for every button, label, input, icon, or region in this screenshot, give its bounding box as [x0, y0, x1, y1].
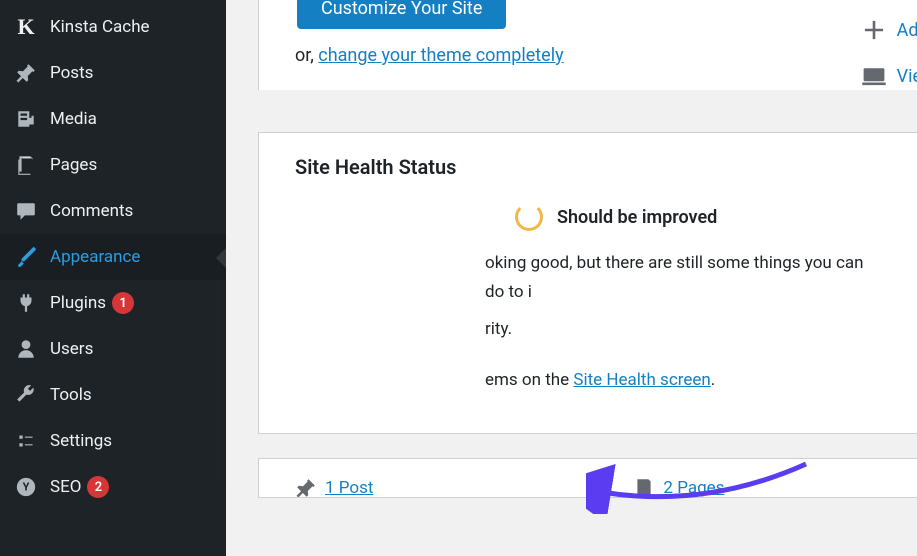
comments-icon [12, 197, 40, 225]
status-ring-icon [515, 203, 543, 231]
plus-icon [861, 17, 887, 43]
at-a-glance-panel: 1 Post 2 Pages [258, 458, 917, 498]
pin-icon [295, 477, 317, 498]
svg-text:Y: Y [23, 481, 30, 494]
site-health-title: Site Health Status [295, 155, 884, 179]
stat-posts[interactable]: 1 Post [295, 479, 373, 497]
sidebar-item-label: Posts [50, 63, 93, 83]
site-health-screen-link[interactable]: Site Health screen [573, 370, 710, 390]
site-health-line2-post: . [711, 370, 715, 390]
sidebar-item-kinsta-cache[interactable]: K Kinsta Cache [0, 4, 226, 50]
site-health-panel: Site Health Status Should be improved ok… [258, 132, 917, 434]
sidebar-item-label: Plugins [50, 293, 106, 313]
sidebar-item-label: Pages [50, 155, 97, 175]
tools-icon [12, 381, 40, 409]
kinsta-icon: K [12, 13, 40, 41]
update-badge: 2 [87, 476, 109, 498]
quick-view-label: Vie [897, 66, 917, 87]
stat-posts-label: 1 Post [325, 478, 373, 498]
pin-icon [12, 59, 40, 87]
sidebar-item-comments[interactable]: Comments [0, 188, 226, 234]
submenu-caret-icon [216, 248, 226, 268]
settings-icon [12, 427, 40, 455]
sidebar-item-label: Appearance [50, 247, 140, 267]
sidebar-item-appearance[interactable]: Appearance Themes Customize Widgets Menu… [0, 234, 226, 280]
site-health-status-text: Should be improved [557, 207, 717, 228]
sidebar-item-seo[interactable]: Y SEO 2 [0, 464, 226, 510]
or-change-theme-row: or, change your theme completely [295, 45, 884, 66]
site-health-body: oking good, but there are still some thi… [485, 249, 884, 395]
customize-site-button[interactable]: Customize Your Site [297, 0, 506, 29]
quick-actions: Ad Vie [861, 17, 917, 89]
sidebar-item-label: Media [50, 109, 97, 129]
view-icon [861, 63, 887, 89]
sidebar-item-label: SEO [50, 477, 81, 497]
appearance-icon [12, 243, 40, 271]
admin-sidebar: K Kinsta Cache Posts Media Pages C [0, 0, 226, 556]
update-badge: 1 [112, 292, 134, 314]
quick-add-label: Ad [897, 20, 917, 41]
sidebar-item-label: Kinsta Cache [50, 17, 150, 37]
sidebar-item-tools[interactable]: Tools [0, 372, 226, 418]
sidebar-item-plugins[interactable]: Plugins 1 [0, 280, 226, 326]
users-icon [12, 335, 40, 363]
stat-pages-label: 2 Pages [663, 478, 724, 498]
pages-icon [12, 151, 40, 179]
site-health-line2-pre: ems on the [485, 370, 573, 390]
sidebar-item-label: Users [50, 339, 93, 359]
media-icon [12, 105, 40, 133]
site-health-line1a: oking good, but there are still some thi… [485, 253, 864, 302]
sidebar-item-media[interactable]: Media [0, 96, 226, 142]
sidebar-item-label: Tools [50, 385, 92, 405]
sidebar-item-label: Comments [50, 201, 133, 221]
sidebar-item-settings[interactable]: Settings [0, 418, 226, 464]
customize-panel: Customize Your Site or, change your them… [258, 0, 917, 90]
sidebar-item-pages[interactable]: Pages [0, 142, 226, 188]
sidebar-item-users[interactable]: Users [0, 326, 226, 372]
quick-view[interactable]: Vie [861, 63, 917, 89]
or-prefix: or, [295, 45, 318, 66]
seo-icon: Y [12, 473, 40, 501]
quick-add[interactable]: Ad [861, 17, 917, 43]
sidebar-item-posts[interactable]: Posts [0, 50, 226, 96]
change-theme-link[interactable]: change your theme completely [318, 45, 563, 66]
main-content: Customize Your Site or, change your them… [226, 0, 917, 556]
pages-icon [633, 477, 655, 498]
stat-pages[interactable]: 2 Pages [633, 479, 724, 497]
sidebar-item-label: Settings [50, 431, 112, 451]
plugins-icon [12, 289, 40, 317]
site-health-line1b: rity. [485, 319, 512, 339]
